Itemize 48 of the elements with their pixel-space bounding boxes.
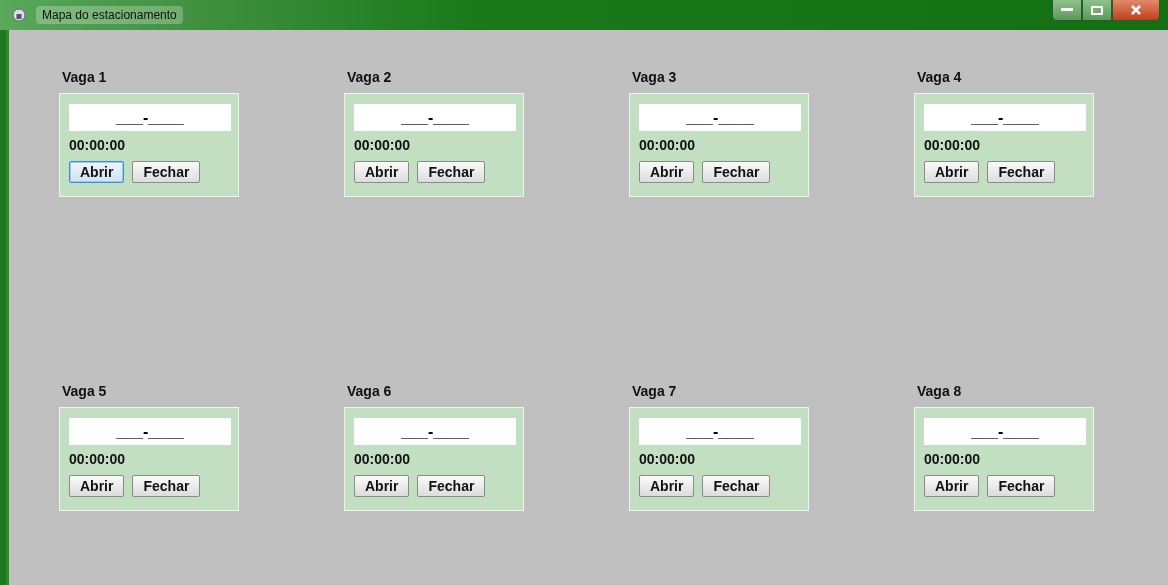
- timer-text: 00:00:00: [924, 451, 981, 467]
- open-button[interactable]: Abrir: [354, 475, 410, 497]
- timer-text: 00:00:00: [69, 137, 126, 153]
- spot-label: Vaga 7: [632, 383, 677, 399]
- close-spot-button[interactable]: Fechar: [132, 161, 201, 183]
- plate-field[interactable]: ___-____: [639, 104, 801, 131]
- maximize-icon: [1091, 5, 1103, 15]
- plate-field[interactable]: ___-____: [639, 418, 801, 445]
- close-spot-button[interactable]: Fechar: [417, 475, 486, 497]
- close-spot-button[interactable]: Fechar: [702, 475, 771, 497]
- spot-label: Vaga 5: [62, 383, 107, 399]
- close-spot-button[interactable]: Fechar: [702, 161, 771, 183]
- open-button[interactable]: Abrir: [354, 161, 410, 183]
- plate-field[interactable]: ___-____: [924, 104, 1086, 131]
- plate-field[interactable]: ___-____: [69, 104, 231, 131]
- close-spot-button[interactable]: Fechar: [987, 161, 1056, 183]
- timer-text: 00:00:00: [639, 451, 696, 467]
- spot-label: Vaga 8: [917, 383, 962, 399]
- timer-text: 00:00:00: [924, 137, 981, 153]
- plate-field[interactable]: ___-____: [69, 418, 231, 445]
- app-icon: [12, 8, 26, 22]
- spot-label: Vaga 3: [632, 69, 677, 85]
- open-button[interactable]: Abrir: [69, 161, 125, 183]
- open-button[interactable]: Abrir: [639, 475, 695, 497]
- spot-label: Vaga 1: [62, 69, 107, 85]
- timer-text: 00:00:00: [639, 137, 696, 153]
- open-button[interactable]: Abrir: [924, 161, 980, 183]
- spot-label: Vaga 2: [347, 69, 392, 85]
- spot-label: Vaga 4: [917, 69, 962, 85]
- close-button[interactable]: [1112, 0, 1160, 21]
- plate-field[interactable]: ___-____: [354, 104, 516, 131]
- close-spot-button[interactable]: Fechar: [987, 475, 1056, 497]
- plate-field[interactable]: ___-____: [924, 418, 1086, 445]
- maximize-button[interactable]: [1082, 0, 1112, 21]
- open-button[interactable]: Abrir: [69, 475, 125, 497]
- minimize-icon: [1061, 8, 1073, 12]
- open-button[interactable]: Abrir: [639, 161, 695, 183]
- close-spot-button[interactable]: Fechar: [417, 161, 486, 183]
- window-title: Mapa do estacionamento: [36, 6, 183, 24]
- timer-text: 00:00:00: [69, 451, 126, 467]
- close-spot-button[interactable]: Fechar: [132, 475, 201, 497]
- timer-text: 00:00:00: [354, 451, 411, 467]
- minimize-button[interactable]: [1052, 0, 1082, 21]
- close-icon: [1131, 5, 1141, 15]
- plate-field[interactable]: ___-____: [354, 418, 516, 445]
- timer-text: 00:00:00: [354, 137, 411, 153]
- open-button[interactable]: Abrir: [924, 475, 980, 497]
- spot-label: Vaga 6: [347, 383, 392, 399]
